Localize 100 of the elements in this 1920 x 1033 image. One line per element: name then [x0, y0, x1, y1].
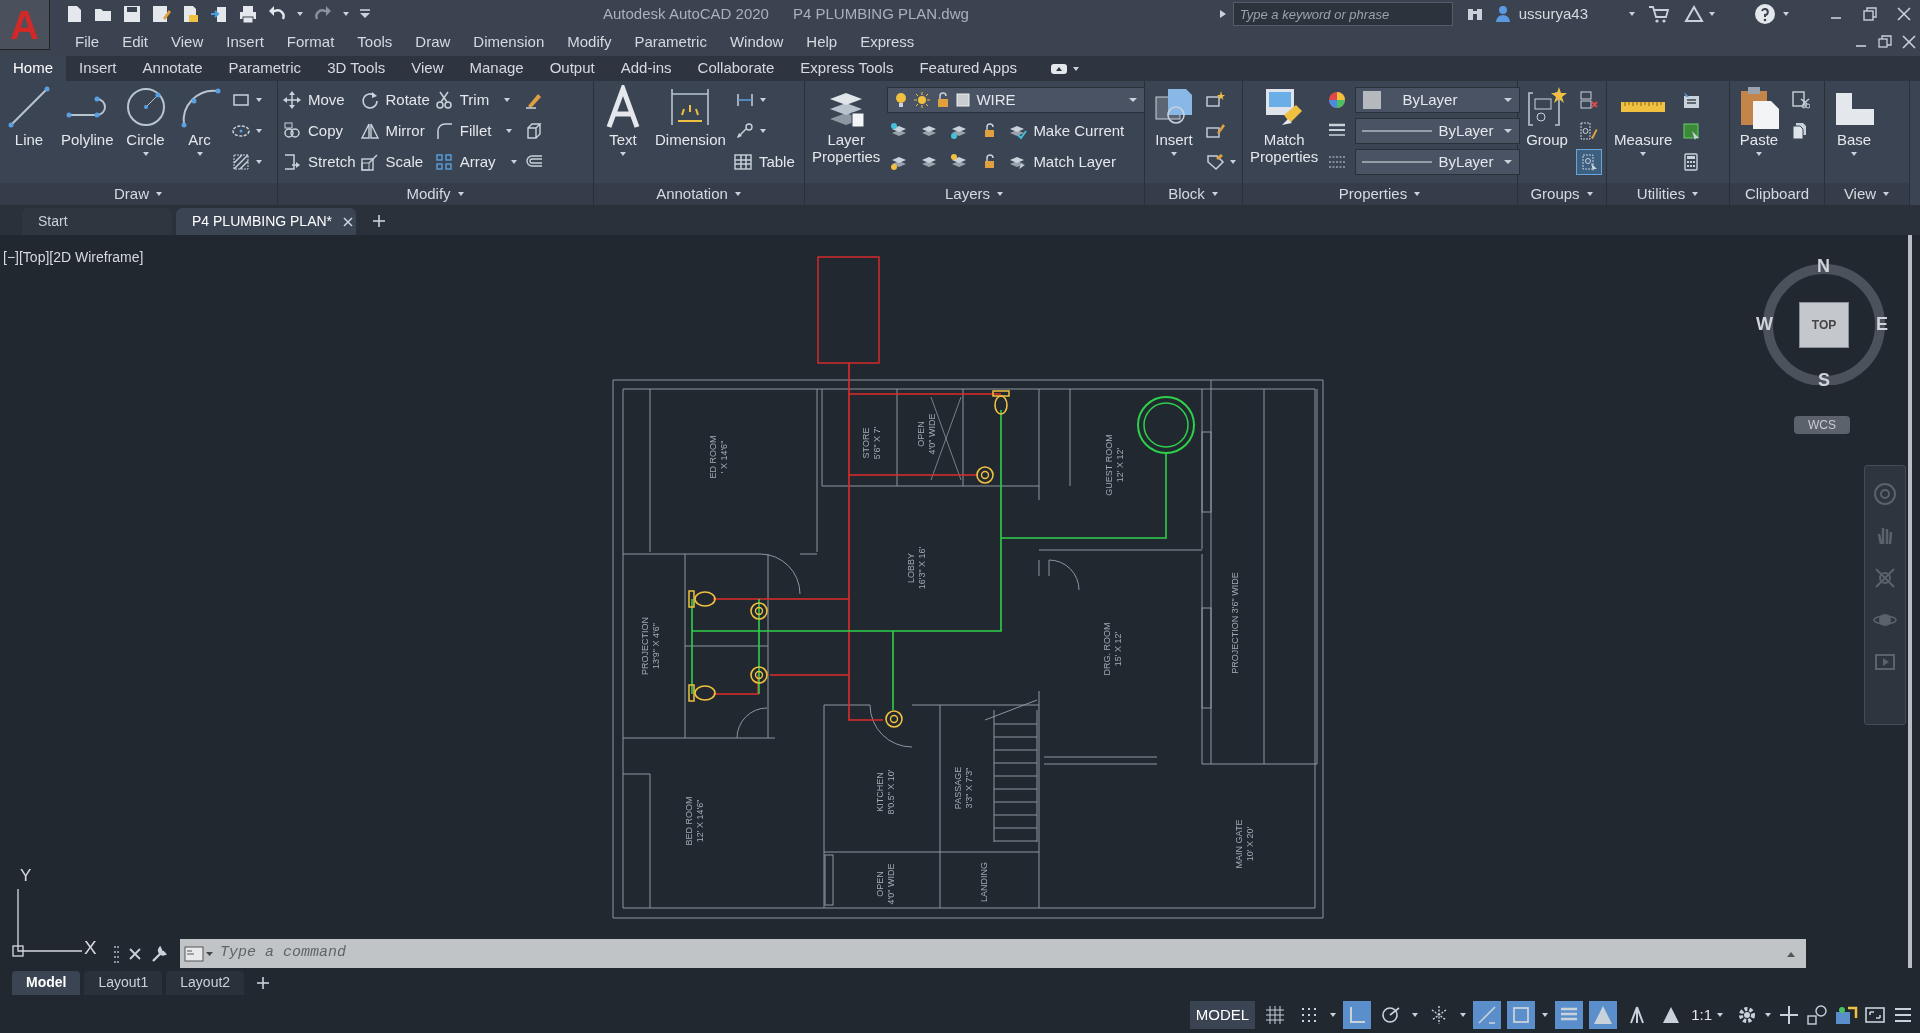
tool-button[interactable]: Stretch: [282, 150, 356, 174]
ribbon-tab[interactable]: 3D Tools: [314, 56, 399, 81]
tool-button[interactable]: Measure: [1611, 85, 1676, 157]
ribbon-tab[interactable]: Collaborate: [684, 56, 788, 81]
print-icon[interactable]: [238, 4, 258, 24]
ribbon-tab[interactable]: View: [398, 56, 457, 81]
tool-button[interactable]: Array: [433, 150, 518, 174]
tool-button[interactable]: [1576, 149, 1602, 175]
status-toggle[interactable]: [1507, 1001, 1536, 1029]
menu-item[interactable]: Modify: [567, 30, 612, 54]
ribbon-tab[interactable]: Featured Apps: [906, 56, 1030, 81]
tool-button[interactable]: Arc: [174, 85, 225, 157]
caret-icon[interactable]: [296, 11, 304, 17]
menu-item[interactable]: Express: [860, 30, 915, 54]
ribbon-tab[interactable]: Manage: [456, 56, 537, 81]
tool-button[interactable]: Make Current: [1007, 119, 1125, 143]
settings-icon[interactable]: [1736, 1004, 1758, 1026]
compass-letter[interactable]: E: [1876, 311, 1888, 338]
panel-toggle-icon[interactable]: [1050, 62, 1068, 75]
ucs-menu[interactable]: WCS: [1794, 416, 1850, 434]
user-name[interactable]: ussurya43: [1518, 2, 1588, 26]
annotation-scale[interactable]: 1:1: [1691, 1003, 1724, 1027]
layout-tab[interactable]: Model: [12, 970, 81, 995]
tool-button[interactable]: Match Properties: [1247, 85, 1322, 165]
menu-item[interactable]: Dimension: [473, 30, 545, 54]
close-icon[interactable]: [1896, 6, 1912, 22]
tool-button[interactable]: Trim: [433, 88, 512, 112]
triangle-icon[interactable]: [1684, 4, 1704, 24]
panel-title[interactable]: Layers: [945, 182, 1004, 206]
tool-button[interactable]: Scale: [359, 150, 424, 174]
caret-icon[interactable]: [1782, 11, 1790, 17]
caret-icon[interactable]: [1708, 11, 1716, 17]
document-tab[interactable]: P4 PLUMBING PLAN*: [176, 208, 356, 235]
save-icon[interactable]: [122, 4, 142, 24]
compass-letter[interactable]: S: [1818, 367, 1830, 394]
property-dropdown[interactable]: ByLayer: [1355, 87, 1521, 113]
ribbon-tab[interactable]: Express Tools: [787, 56, 907, 81]
menu-item[interactable]: Tools: [357, 30, 393, 54]
help-icon[interactable]: [1754, 3, 1776, 25]
tool-button[interactable]: Text: [598, 85, 648, 157]
tool-button[interactable]: Dimension: [652, 85, 729, 148]
menu-item[interactable]: Edit: [122, 30, 149, 54]
close-icon[interactable]: [128, 946, 142, 961]
caret-icon[interactable]: [1764, 1012, 1772, 1018]
tool-button[interactable]: Rotate: [359, 88, 430, 112]
menu-item[interactable]: Insert: [226, 30, 264, 54]
status-toggle[interactable]: [1555, 1001, 1584, 1029]
menu-item[interactable]: Window: [729, 30, 784, 54]
caret-icon[interactable]: [342, 11, 350, 17]
layer-dropdown[interactable]: WIRE: [887, 87, 1146, 113]
tool-button[interactable]: Mirror: [359, 119, 425, 143]
viewport-controls[interactable]: [−][Top][2D Wireframe]: [3, 247, 144, 268]
tool-button[interactable]: Copy: [282, 119, 344, 143]
menu-item[interactable]: Help: [806, 30, 838, 54]
panel-title[interactable]: Draw: [114, 182, 163, 206]
tool-button[interactable]: Table: [732, 150, 795, 174]
viewcube-face[interactable]: TOP: [1799, 302, 1849, 348]
caret-icon[interactable]: [1541, 1012, 1550, 1018]
share-icon[interactable]: [209, 4, 229, 24]
tool-button[interactable]: Move: [282, 88, 345, 112]
cart-icon[interactable]: [1648, 4, 1670, 24]
status-toggle[interactable]: [1473, 1001, 1502, 1029]
ribbon-tab[interactable]: Parametric: [215, 56, 315, 81]
full-screen-icon[interactable]: [1864, 1004, 1886, 1026]
command-history-icon[interactable]: [184, 945, 214, 962]
tool-button[interactable]: Insert: [1149, 85, 1199, 157]
property-dropdown[interactable]: ByLayer: [1355, 149, 1521, 175]
tool-button[interactable]: Match Layer: [1007, 150, 1116, 174]
close-icon[interactable]: [1902, 35, 1916, 49]
scroll-bar[interactable]: [1908, 235, 1912, 968]
tool-button[interactable]: Circle: [120, 85, 171, 157]
menu-item[interactable]: Format: [286, 30, 335, 54]
restore-icon[interactable]: [1862, 6, 1878, 22]
property-dropdown[interactable]: ByLayer: [1355, 118, 1521, 144]
caret-icon[interactable]: [1459, 1012, 1468, 1018]
tool-button[interactable]: Group: [1522, 85, 1572, 148]
isolate-icon[interactable]: [1806, 1004, 1828, 1026]
compass-letter[interactable]: W: [1756, 311, 1773, 338]
caret-icon[interactable]: [1072, 65, 1080, 72]
menu-item[interactable]: View: [171, 30, 204, 54]
new-tab-icon[interactable]: [372, 214, 386, 228]
menu-item[interactable]: Draw: [415, 30, 451, 54]
ribbon-tab[interactable]: Add-ins: [607, 56, 685, 81]
new-layout-icon[interactable]: [256, 975, 271, 990]
tool-button[interactable]: Polyline: [58, 85, 117, 148]
status-toggle[interactable]: [1589, 1001, 1618, 1029]
ribbon-tab[interactable]: Annotate: [129, 56, 216, 81]
save-as-icon[interactable]: [151, 4, 171, 24]
menu-item[interactable]: Parametric: [634, 30, 707, 54]
caret-icon[interactable]: [1411, 1012, 1420, 1018]
search-field[interactable]: Type a keyword or phrase: [1232, 2, 1453, 26]
hardware-acceleration-icon[interactable]: [1834, 1004, 1858, 1026]
tool-button[interactable]: Layer Properties: [809, 85, 884, 165]
tool-button[interactable]: Line: [4, 85, 54, 148]
command-input[interactable]: Type a command: [220, 942, 1780, 965]
status-toggle[interactable]: [1343, 1001, 1372, 1029]
document-tab[interactable]: Start: [22, 208, 172, 235]
layout-tab[interactable]: Layout2: [166, 970, 245, 995]
tool-button[interactable]: Base: [1829, 85, 1879, 157]
restore-icon[interactable]: [1878, 35, 1892, 49]
